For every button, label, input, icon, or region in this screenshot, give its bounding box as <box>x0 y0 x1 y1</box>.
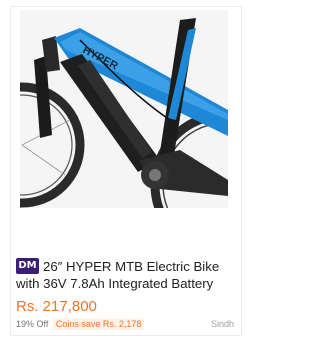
product-title[interactable]: 26″ HYPER MTB Electric Bike with 36V 7.8… <box>16 259 219 291</box>
electric-bike-photo: HYPER <box>20 10 228 208</box>
discount-percent: 19% Off <box>16 319 49 329</box>
seller-badge-icon: DM <box>16 258 39 274</box>
product-title-row[interactable]: DM 26″ HYPER MTB Electric Bike with 36V … <box>16 258 238 298</box>
product-card[interactable]: HYPER DM 26″ HYPER MTB Electric Bike wit… <box>0 0 248 361</box>
coins-savings-badge: Coins save Rs. 2,178 <box>52 318 145 330</box>
product-price: Rs. 217,800 <box>16 298 97 315</box>
seller-badge-text: DM <box>18 260 37 271</box>
discount-row: 19% Off Coins save Rs. 2,178 <box>16 318 145 330</box>
product-image[interactable]: HYPER <box>20 10 228 208</box>
seller-location: Sindh <box>210 319 234 329</box>
